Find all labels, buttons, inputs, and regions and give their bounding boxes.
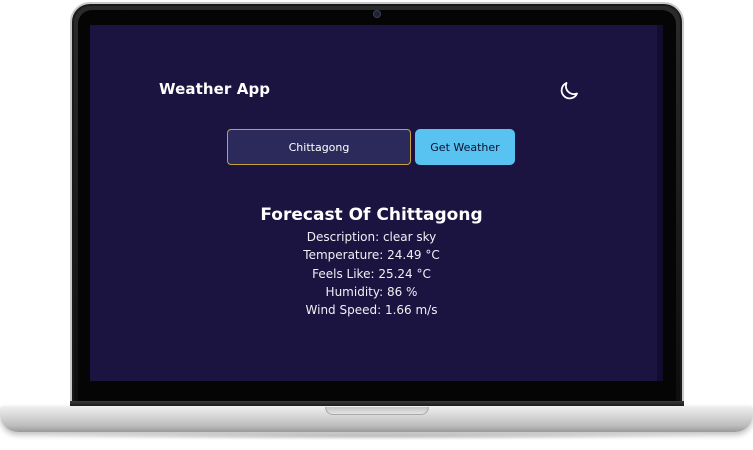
humidity-text: Humidity: 86 % <box>325 284 418 299</box>
get-weather-button[interactable]: Get Weather <box>415 129 515 165</box>
laptop-mockup: Weather App Get Weather Forecast Of Chit… <box>0 0 753 450</box>
laptop-shadow <box>30 432 723 440</box>
theme-toggle-button[interactable] <box>557 79 581 103</box>
wind-speed-text: Wind Speed: 1.66 m/s <box>305 303 438 318</box>
search-row: Get Weather <box>227 129 515 165</box>
feels-like-text: Feels Like: 25.24 °C <box>312 266 431 281</box>
screen-edge <box>657 25 663 381</box>
app-screen: Weather App Get Weather Forecast Of Chit… <box>90 25 663 381</box>
forecast-panel: Forecast Of Chittagong Description: clea… <box>90 205 653 319</box>
description-text: Description: clear sky <box>306 230 437 244</box>
camera-icon <box>373 10 381 18</box>
laptop-notch <box>325 407 429 415</box>
moon-icon <box>560 82 578 100</box>
temperature-text: Temperature: 24.49 °C <box>303 248 440 263</box>
forecast-title: Forecast Of Chittagong <box>260 205 483 225</box>
city-input[interactable] <box>227 129 411 165</box>
app-title: Weather App <box>159 80 271 98</box>
